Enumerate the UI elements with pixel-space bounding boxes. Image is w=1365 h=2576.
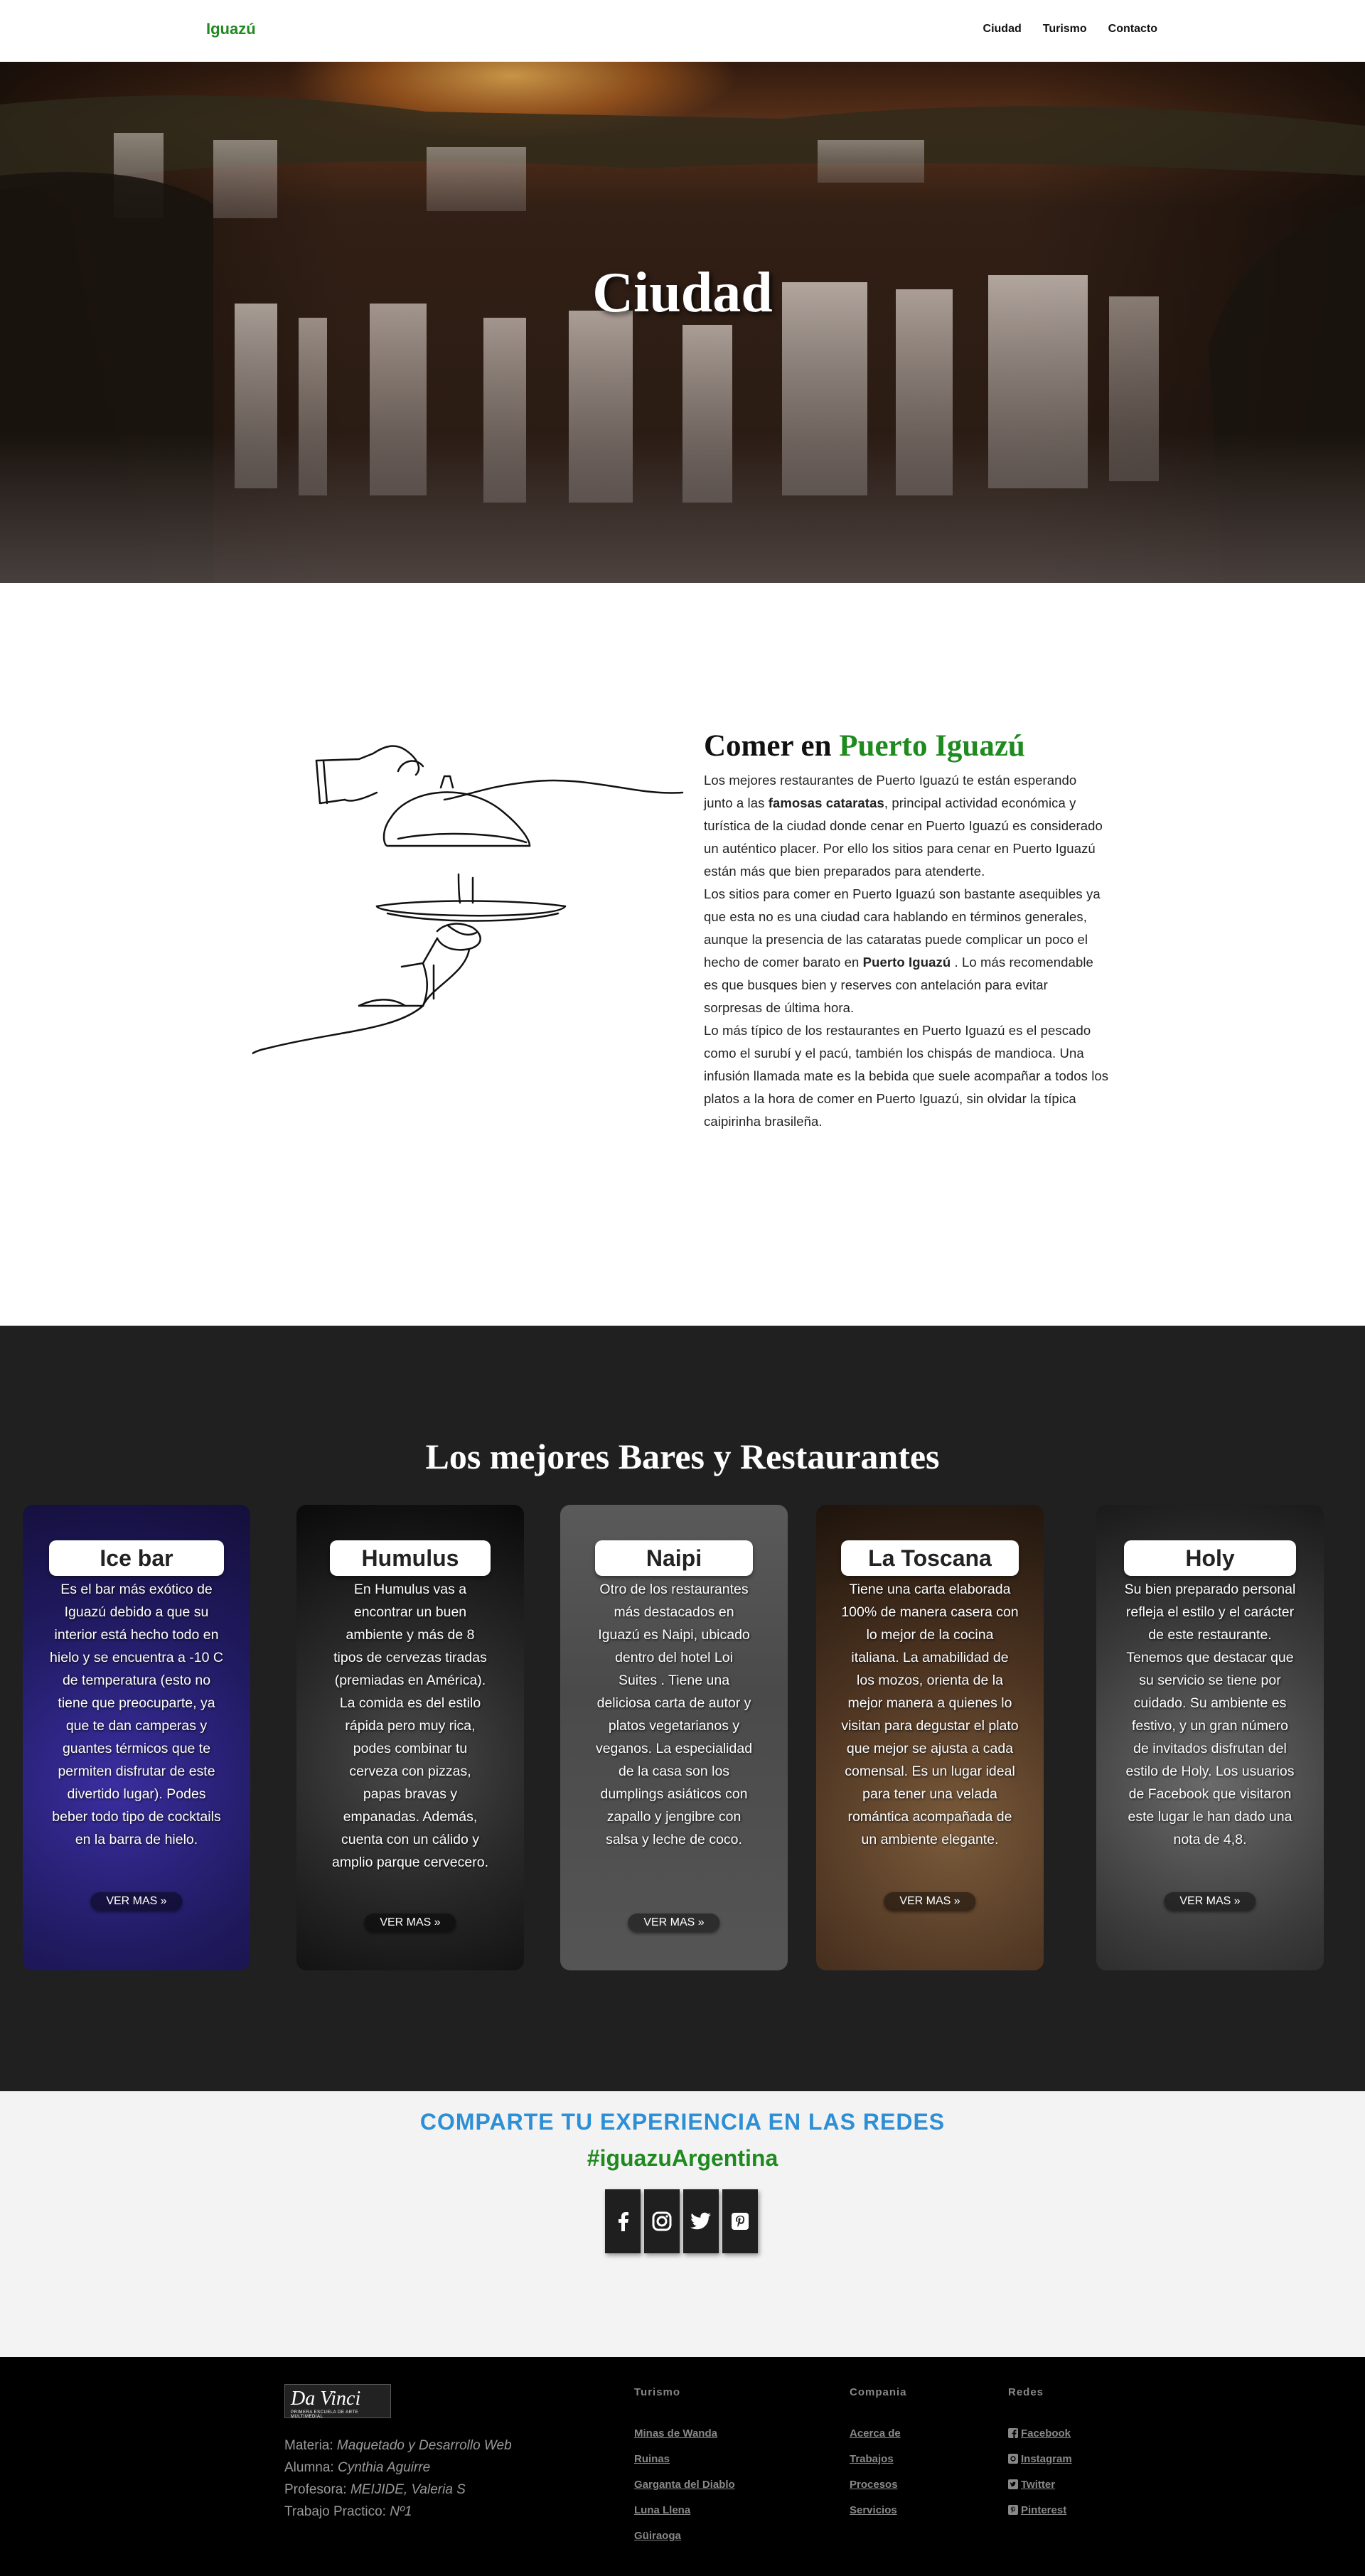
twitter-icon[interactable] <box>683 2189 719 2253</box>
social-hashtag: #iguazuArgentina <box>587 2145 778 2171</box>
instagram-icon[interactable] <box>644 2189 680 2253</box>
hero-mist <box>0 431 1365 583</box>
twitter-link-label: Twitter <box>1021 2479 1056 2491</box>
hero-title: Ciudad <box>592 262 773 324</box>
pinterest-icon[interactable] <box>722 2189 758 2253</box>
trabajo-value: Nº1 <box>390 2504 412 2519</box>
card-description: Es el bar más exótico de Iguazú debido a… <box>50 1582 223 1847</box>
about-p1-bold: famosas cataratas <box>768 795 884 810</box>
card-title: Holy <box>1124 1540 1296 1576</box>
card-title: Humulus <box>330 1540 491 1576</box>
davinci-logo: Da Vinci PRIMERA ESCUELA DE ARTE MULTIME… <box>284 2384 391 2419</box>
ver-mas-button[interactable]: VER MAS » <box>90 1892 183 1911</box>
footer-col-redes: Redes Facebook Instagram Twitter Pintere… <box>1008 2386 1072 2523</box>
footer-heading-compania: Compania <box>850 2386 907 2398</box>
facebook-square-icon <box>1008 2428 1018 2438</box>
about-title-highlight: Puerto Iguazú <box>839 729 1025 763</box>
materia-value: Maquetado y Desarrollo Web <box>336 2438 512 2453</box>
ver-mas-button[interactable]: VER MAS » <box>1164 1892 1256 1911</box>
card-title: Ice bar <box>49 1540 224 1576</box>
ver-mas-button[interactable]: VER MAS » <box>884 1892 976 1911</box>
footer-link-facebook[interactable]: Facebook <box>1008 2421 1072 2447</box>
footer-trabajo: Trabajo Practico: Nº1 <box>284 2501 512 2523</box>
footer-link-instagram[interactable]: Instagram <box>1008 2447 1072 2472</box>
footer-alumna: Alumna: Cynthia Aguirre <box>284 2457 512 2479</box>
footer-link-servicios[interactable]: Servicios <box>850 2498 907 2523</box>
facebook-link-label: Facebook <box>1021 2427 1071 2440</box>
logo-text: Da Vinci <box>291 2388 361 2410</box>
footer-link-ruinas[interactable]: Ruinas <box>634 2447 735 2472</box>
footer-link-procesos[interactable]: Procesos <box>850 2472 907 2498</box>
ver-mas-button[interactable]: VER MAS » <box>364 1914 456 1932</box>
card-description: Su bien preparado personal refleja el es… <box>1124 1582 1296 1847</box>
footer-link-garganta-del-diablo[interactable]: Garganta del Diablo <box>634 2472 735 2498</box>
footer-link-luna-llena[interactable]: Luna Llena <box>634 2498 735 2523</box>
footer-col-compania: Compania Acerca de Trabajos Procesos Ser… <box>850 2386 907 2523</box>
footer-link-minas-de-wanda[interactable]: Minas de Wanda <box>634 2421 735 2447</box>
nav-links: Ciudad Turismo Contacto <box>983 23 1157 36</box>
waiter-cloche-illustration <box>252 745 684 1055</box>
footer-heading-redes: Redes <box>1008 2386 1044 2398</box>
about-title: Comer en Puerto Iguazú <box>704 729 1109 763</box>
profesora-value: MEIJIDE, Valeria S <box>350 2482 466 2497</box>
social-icons <box>605 2189 758 2253</box>
navbar: Iguazú Ciudad Turismo Contacto <box>0 0 1365 62</box>
profesora-label: Profesora: <box>284 2482 347 2497</box>
brand-link[interactable]: Iguazú <box>206 20 256 38</box>
footer-col-turismo: Turismo Minas de Wanda Ruinas Garganta d… <box>634 2386 735 2549</box>
footer-info: Materia: Maquetado y Desarrollo Web Alum… <box>284 2435 512 2523</box>
nav-link-ciudad[interactable]: Ciudad <box>983 23 1022 36</box>
pinterest-link-label: Pinterest <box>1021 2504 1067 2516</box>
nav-link-contacto[interactable]: Contacto <box>1108 23 1157 36</box>
logo-subtitle: PRIMERA ESCUELA DE ARTE MULTIMEDIAL <box>291 2410 359 2419</box>
card-description: Otro de los restaurantes más destacados … <box>595 1582 753 1847</box>
facebook-icon[interactable] <box>605 2189 641 2253</box>
instagram-square-icon <box>1008 2454 1018 2464</box>
card-title: Naipi <box>595 1540 753 1576</box>
social-title: COMPARTE TU EXPERIENCIA EN LAS REDES <box>419 2109 946 2135</box>
twitter-square-icon <box>1008 2479 1018 2489</box>
card-description: Tiene una carta elaborada 100% de manera… <box>841 1582 1019 1847</box>
about-paragraph-1: Los mejores restaurantes de Puerto Iguaz… <box>704 769 1109 883</box>
footer-link-pinterest[interactable]: Pinterest <box>1008 2498 1072 2523</box>
card-humulus: Humulus En Humulus vas a encontrar un bu… <box>296 1505 524 1970</box>
ver-mas-button[interactable]: VER MAS » <box>628 1914 720 1932</box>
alumna-value: Cynthia Aguirre <box>337 2460 431 2475</box>
pinterest-square-icon <box>1008 2505 1018 2515</box>
card-la-toscana: La Toscana Tiene una carta elaborada 100… <box>816 1505 1044 1970</box>
about-text-block: Comer en Puerto Iguazú Los mejores resta… <box>704 729 1109 1133</box>
trabajo-label: Trabajo Practico: <box>284 2504 386 2519</box>
about-p2-bold: Puerto Iguazú <box>862 955 951 970</box>
alumna-label: Alumna: <box>284 2460 334 2475</box>
footer-heading-turismo: Turismo <box>634 2386 681 2398</box>
nav-link-turismo[interactable]: Turismo <box>1043 23 1087 36</box>
hero-banner: Ciudad <box>0 62 1365 583</box>
footer-profesora: Profesora: MEIJIDE, Valeria S <box>284 2479 512 2501</box>
footer-link-acerca-de[interactable]: Acerca de <box>850 2421 907 2447</box>
bares-title: Los mejores Bares y Restaurantes <box>425 1437 940 1476</box>
materia-label: Materia: <box>284 2438 333 2453</box>
card-holy: Holy Su bien preparado personal refleja … <box>1096 1505 1324 1970</box>
footer-link-trabajos[interactable]: Trabajos <box>850 2447 907 2472</box>
about-paragraph-2: Los sitios para comer en Puerto Iguazú s… <box>704 883 1109 1019</box>
card-title: La Toscana <box>841 1540 1019 1576</box>
about-paragraph-3: Lo más típico de los restaurantes en Pue… <box>704 1023 1109 1129</box>
card-naipi: Naipi Otro de los restaurantes más desta… <box>560 1505 788 1970</box>
card-description: En Humulus vas a encontrar un buen ambie… <box>331 1582 489 1870</box>
about-title-prefix: Comer en <box>704 729 832 763</box>
footer-link-guiraoga[interactable]: Güiraoga <box>634 2523 735 2549</box>
footer-materia: Materia: Maquetado y Desarrollo Web <box>284 2435 512 2457</box>
footer-link-twitter[interactable]: Twitter <box>1008 2472 1072 2498</box>
instagram-link-label: Instagram <box>1021 2453 1072 2465</box>
card-ice-bar: Ice bar Es el bar más exótico de Iguazú … <box>23 1505 250 1970</box>
about-p1-part-c: , principal actividad económica y turíst… <box>704 795 1103 879</box>
